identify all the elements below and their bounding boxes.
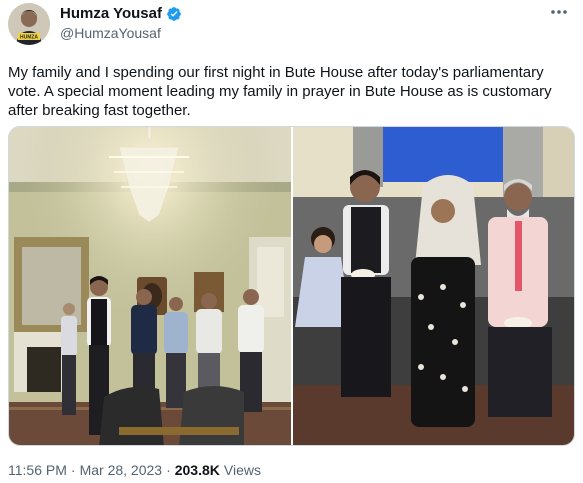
tweet-meta: 11:56 PM · Mar 28, 2023 · 203.8K Views [8,462,261,478]
meta-separator: · [70,462,76,478]
media-grid [8,126,575,446]
author-handle[interactable]: @HumzaYousaf [60,25,161,41]
author-name-row: Humza Yousaf [60,5,182,22]
more-options-button[interactable] [547,2,571,22]
tweet-text: My family and I spending our first night… [8,64,552,119]
media-photo-2[interactable] [293,127,574,445]
avatar-image: HUMZA [8,3,50,45]
tweet-date[interactable]: Mar 28, 2023 [80,462,163,478]
more-dots-icon [551,10,567,14]
avatar-text: HUMZA [20,35,38,41]
views-label: Views [223,462,261,478]
photo-icon [293,127,574,445]
verified-badge-icon [166,6,182,22]
author-name[interactable]: Humza Yousaf [60,5,162,22]
meta-separator: · [166,462,171,478]
tweet: HUMZA Humza Yousaf @HumzaYousaf My famil… [0,0,583,483]
photo-icon [9,127,291,445]
tweet-time[interactable]: 11:56 PM [8,462,67,478]
media-photo-1[interactable] [9,127,291,445]
avatar[interactable]: HUMZA [8,3,50,45]
views-count: 203.8K [174,462,220,478]
